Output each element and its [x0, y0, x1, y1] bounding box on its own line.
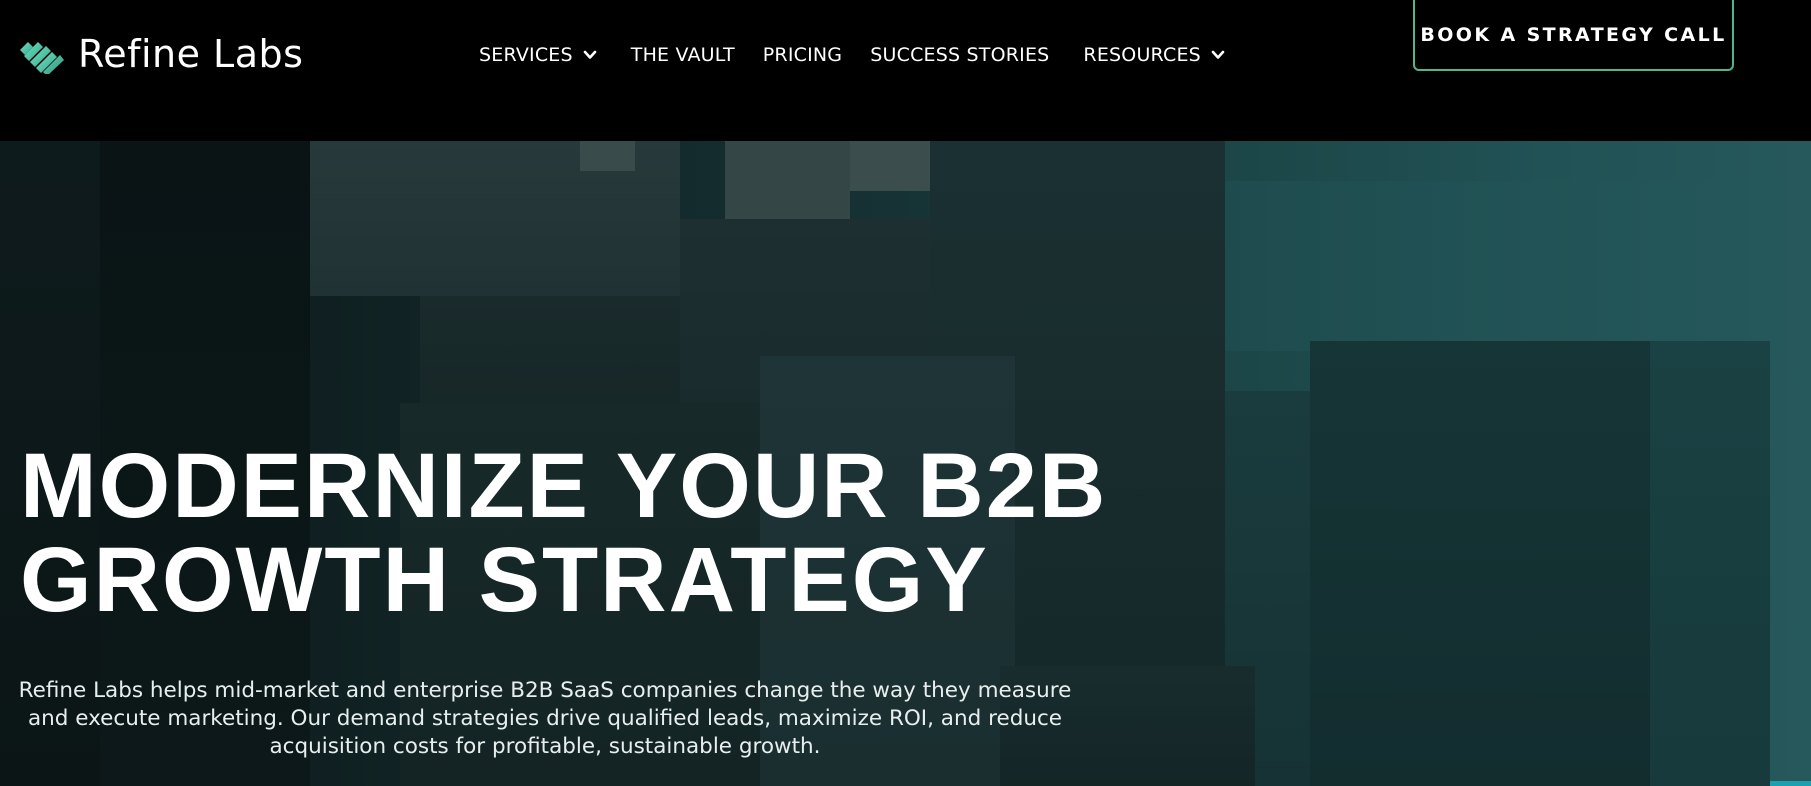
brand-logo-link[interactable]: Refine Labs: [20, 28, 303, 80]
nav-item-pricing[interactable]: PRICING: [763, 44, 842, 66]
hero-section: MODERNIZE YOUR B2B GROWTH STRATEGY Refin…: [0, 141, 1811, 786]
page: Refine Labs SERVICES THE VAULT PRICING S…: [0, 0, 1811, 786]
nav-item-services[interactable]: SERVICES: [479, 44, 597, 66]
hero-title-line-1: MODERNIZE YOUR B2B: [20, 435, 1108, 537]
main-nav: SERVICES THE VAULT PRICING SUCCESS STORI…: [479, 40, 1225, 70]
site-header: Refine Labs SERVICES THE VAULT PRICING S…: [0, 0, 1811, 141]
hero-title-line-2: GROWTH STRATEGY: [20, 529, 989, 631]
hero-title: MODERNIZE YOUR B2B GROWTH STRATEGY: [20, 439, 1107, 627]
diagonal-stripes-logo-icon: [20, 42, 64, 74]
nav-item-the-vault[interactable]: THE VAULT: [631, 44, 735, 66]
book-strategy-call-button[interactable]: BOOK A STRATEGY CALL: [1413, 0, 1734, 71]
nav-item-label: PRICING: [762, 44, 843, 66]
chevron-down-icon: [583, 50, 597, 59]
nav-item-success-stories[interactable]: SUCCESS STORIES: [870, 44, 1049, 66]
nav-item-label: THE VAULT: [630, 44, 735, 66]
chevron-down-icon: [1211, 50, 1225, 59]
nav-item-resources[interactable]: RESOURCES: [1083, 44, 1225, 66]
brand-name: Refine Labs: [78, 32, 304, 76]
nav-item-label: RESOURCES: [1083, 44, 1201, 66]
nav-item-label: SERVICES: [479, 44, 573, 66]
nav-item-label: SUCCESS STORIES: [870, 44, 1050, 66]
hero-description: Refine Labs helps mid-market and enterpr…: [18, 678, 1072, 759]
